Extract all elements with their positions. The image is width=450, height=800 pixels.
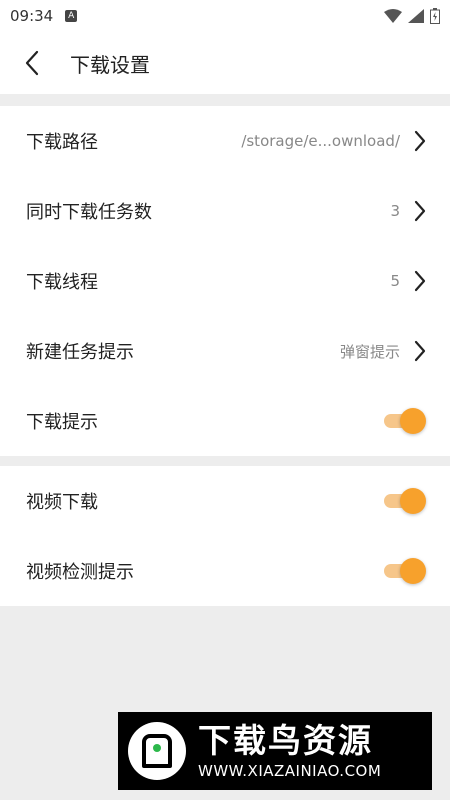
setting-label: 视频下载 (26, 492, 98, 513)
video-detect-prompt-toggle[interactable] (384, 557, 426, 585)
watermark-banner: 下载鸟资源 WWW.XIAZAINIAO.COM (118, 712, 432, 790)
settings-group-download: 下载路径 /storage/e...ownload/ 同时下载任务数 3 下载线… (0, 106, 450, 456)
setting-value: 弹窗提示 (339, 342, 400, 361)
chevron-right-icon (414, 340, 426, 362)
setting-video-download: 视频下载 (0, 466, 450, 536)
setting-download-path[interactable]: 下载路径 /storage/e...ownload/ (0, 106, 450, 176)
chevron-right-icon (414, 130, 426, 152)
back-button[interactable] (0, 32, 64, 94)
notification-app-icon: A (65, 10, 78, 22)
settings-group-video: 视频下载 视频检测提示 (0, 466, 450, 606)
setting-label: 下载提示 (26, 412, 98, 433)
wifi-icon (384, 9, 402, 23)
setting-label: 同时下载任务数 (26, 202, 152, 223)
watermark-title: 下载鸟资源 (198, 721, 373, 760)
setting-value: 3 (390, 202, 400, 220)
battery-icon (430, 8, 440, 24)
setting-download-notification: 下载提示 (0, 386, 450, 456)
setting-value: /storage/e...ownload/ (241, 132, 400, 150)
signal-icon (408, 9, 424, 23)
setting-download-threads[interactable]: 下载线程 5 (0, 246, 450, 316)
status-time: 09:34 (10, 7, 54, 25)
watermark-url: WWW.XIAZAINIAO.COM (198, 762, 382, 780)
setting-new-task-prompt[interactable]: 新建任务提示 弹窗提示 (0, 316, 450, 386)
setting-label: 下载线程 (26, 272, 98, 293)
watermark-logo-icon (128, 722, 186, 780)
video-download-toggle[interactable] (384, 487, 426, 515)
chevron-right-icon (414, 200, 426, 222)
setting-label: 视频检测提示 (26, 562, 134, 583)
setting-concurrent-tasks[interactable]: 同时下载任务数 3 (0, 176, 450, 246)
status-bar: 09:34 A (0, 0, 450, 32)
chevron-right-icon (414, 270, 426, 292)
setting-value: 5 (390, 272, 400, 290)
toggle-thumb (400, 558, 426, 584)
toggle-thumb (400, 488, 426, 514)
setting-label: 新建任务提示 (26, 342, 134, 363)
setting-video-detect-prompt: 视频检测提示 (0, 536, 450, 606)
toggle-thumb (400, 408, 426, 434)
page-title: 下载设置 (70, 52, 150, 77)
app-bar: 下载设置 (0, 32, 450, 94)
setting-label: 下载路径 (26, 132, 98, 153)
back-arrow-icon (25, 50, 39, 76)
status-indicators (384, 8, 440, 24)
download-notification-toggle[interactable] (384, 407, 426, 435)
